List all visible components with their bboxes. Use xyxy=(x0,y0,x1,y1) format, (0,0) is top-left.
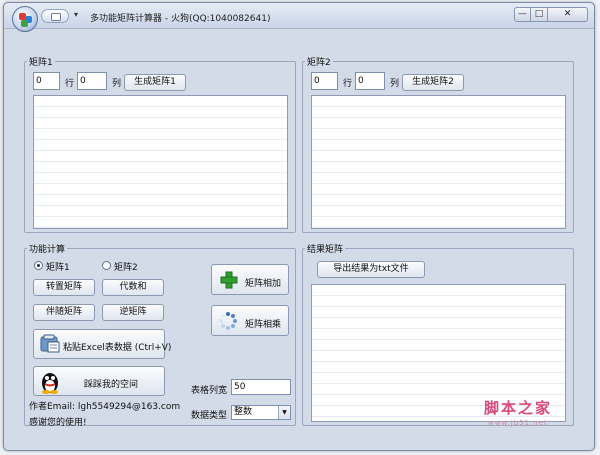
watermark-url: www.jb51.net xyxy=(488,419,548,427)
matrix1-cols-input[interactable]: 0 xyxy=(77,72,107,90)
quick-access-button[interactable] xyxy=(41,9,69,23)
matrix2-grid[interactable] xyxy=(311,95,566,229)
col-width-input[interactable]: 50 xyxy=(231,379,291,395)
adjugate-button[interactable]: 伴随矩阵 xyxy=(33,304,95,321)
minimize-button[interactable]: — xyxy=(514,7,531,22)
matrix-multiply-button[interactable]: 矩阵相乘 xyxy=(211,305,289,336)
data-type-value: 整数 xyxy=(234,407,253,417)
paste-excel-icon xyxy=(40,334,60,353)
matrix1-cols-label: 列 xyxy=(112,79,122,89)
loading-spinner-icon xyxy=(219,312,237,330)
result-group-label: 结果矩阵 xyxy=(305,242,346,255)
transpose-button[interactable]: 转置矩阵 xyxy=(33,279,95,296)
matrix2-rows-label: 行 xyxy=(343,79,353,89)
col-width-label: 表格列宽 xyxy=(191,386,228,396)
paste-excel-label: 粘贴Excel表数据 (Ctrl+V) xyxy=(63,343,172,353)
matrix1-group-label: 矩阵1 xyxy=(27,55,55,68)
thanks-text: 感谢您的使用! xyxy=(29,418,87,428)
matrix1-rows-label: 行 xyxy=(65,79,75,89)
generate-matrix1-button[interactable]: 生成矩阵1 xyxy=(124,74,186,91)
matrix1-group: 矩阵1 0 行 0 列 生成矩阵1 xyxy=(24,55,296,233)
functions-group-label: 功能计算 xyxy=(27,242,68,255)
generate-matrix2-button[interactable]: 生成矩阵2 xyxy=(402,74,464,91)
qq-space-button[interactable]: 踩踩我的空间 xyxy=(33,366,165,396)
matrix2-group: 矩阵2 0 行 0 列 生成矩阵2 xyxy=(302,55,574,233)
radio-matrix1[interactable] xyxy=(34,261,43,270)
matrix2-group-label: 矩阵2 xyxy=(305,55,333,68)
matrix1-grid[interactable] xyxy=(33,95,288,229)
main-window: ▾ 多功能矩阵计算器 - 火狗(QQ:1040082641) — □ ✕ 矩阵1… xyxy=(3,2,595,451)
dropdown-arrow-icon[interactable]: ▼ xyxy=(278,406,290,419)
window-title: 多功能矩阵计算器 - 火狗(QQ:1040082641) xyxy=(90,14,271,24)
functions-group: 功能计算 矩阵1 矩阵2 转置矩阵 代数和 伴随矩阵 逆矩阵 粘贴Excel表数… xyxy=(24,242,296,428)
matrix2-cols-label: 列 xyxy=(390,79,400,89)
title-bar: ▾ 多功能矩阵计算器 - 火狗(QQ:1040082641) — □ ✕ xyxy=(4,3,594,32)
data-type-select[interactable]: 整数 ▼ xyxy=(231,405,291,420)
matrix-add-label: 矩阵相加 xyxy=(245,279,282,289)
orb-green-square xyxy=(21,20,28,27)
qq-penguin-icon xyxy=(42,373,58,394)
quick-access-dropdown-icon[interactable]: ▾ xyxy=(74,10,78,19)
close-button[interactable]: ✕ xyxy=(548,7,588,22)
matrix2-cols-input[interactable]: 0 xyxy=(355,72,385,90)
watermark-title: 脚本之家 xyxy=(484,399,553,417)
matrix-add-button[interactable]: 矩阵相加 xyxy=(211,264,289,295)
radio-matrix2[interactable] xyxy=(102,261,111,270)
qq-space-label: 踩踩我的空间 xyxy=(84,380,139,390)
inverse-button[interactable]: 逆矩阵 xyxy=(102,304,164,321)
matrix1-rows-input[interactable]: 0 xyxy=(33,72,60,90)
author-email-text: 作者Email: lgh5549294@163.com xyxy=(29,402,181,412)
maximize-button[interactable]: □ xyxy=(531,7,548,22)
radio-matrix2-label: 矩阵2 xyxy=(114,263,138,273)
radio-matrix1-label: 矩阵1 xyxy=(46,263,70,273)
data-type-label: 数据类型 xyxy=(191,411,228,421)
app-menu-orb-icon[interactable] xyxy=(12,6,38,32)
matrix-multiply-label: 矩阵相乘 xyxy=(245,320,282,330)
matrix2-rows-input[interactable]: 0 xyxy=(311,72,338,90)
export-txt-button[interactable]: 导出结果为txt文件 xyxy=(317,261,425,278)
paste-excel-button[interactable]: 粘贴Excel表数据 (Ctrl+V) xyxy=(33,329,171,359)
plus-icon xyxy=(220,271,238,289)
cofactor-button[interactable]: 代数和 xyxy=(102,279,164,296)
